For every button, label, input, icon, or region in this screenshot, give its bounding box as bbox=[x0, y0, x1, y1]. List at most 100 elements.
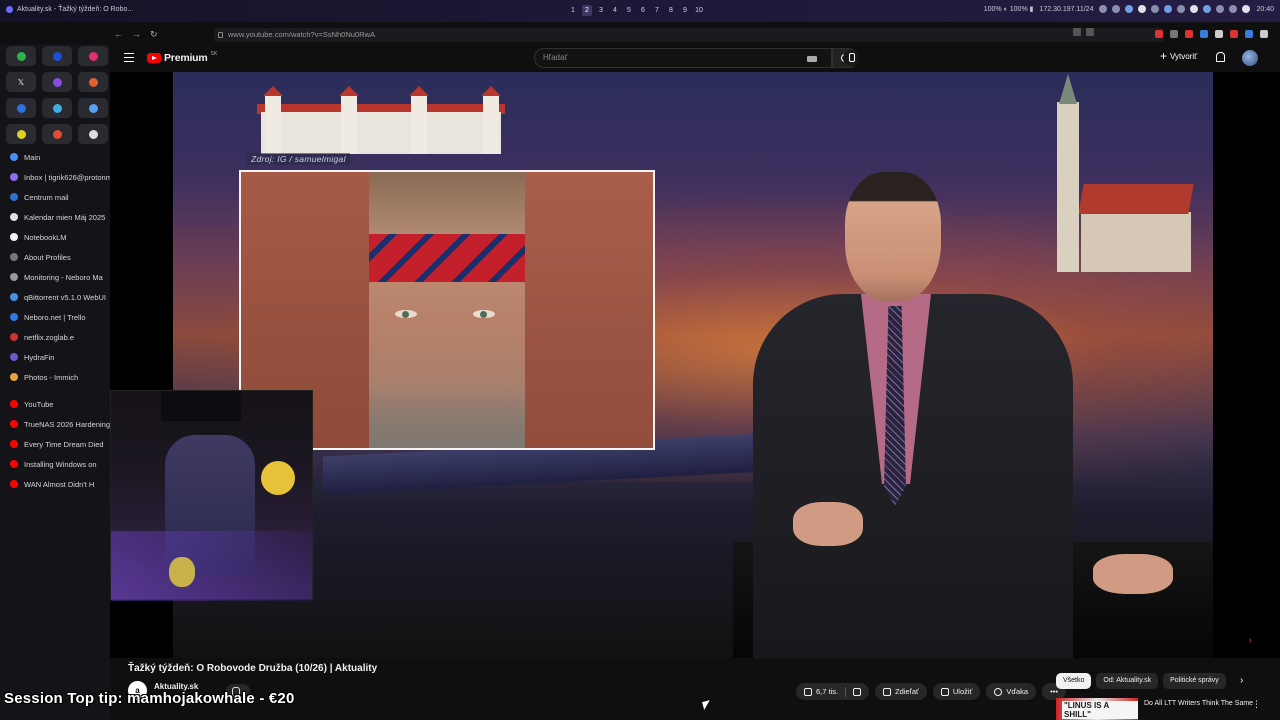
sidebar-tab[interactable]: TrueNAS 2026 Hardening bbox=[0, 414, 110, 434]
tray-icon[interactable] bbox=[1242, 5, 1251, 13]
sidebar-tab[interactable]: WAN Almost Didn't H bbox=[0, 474, 110, 494]
tray-icon[interactable] bbox=[1216, 5, 1225, 13]
workspace-button[interactable]: 10 bbox=[694, 5, 704, 16]
extension-icon[interactable] bbox=[1215, 30, 1223, 38]
sidebar-tab[interactable]: Inbox | tigrik626@protonmail bbox=[0, 167, 110, 187]
sidebar-tab[interactable]: Photos - Immich bbox=[0, 367, 110, 387]
plush-toy bbox=[261, 461, 295, 495]
menu-icon[interactable] bbox=[1260, 30, 1268, 38]
sidebar-tab[interactable]: NotebookLM bbox=[0, 227, 110, 247]
pinned-tab[interactable] bbox=[78, 46, 108, 66]
filter-chip[interactable]: Od: Aktuality.sk bbox=[1096, 673, 1159, 689]
pinned-tab[interactable] bbox=[42, 98, 72, 118]
extension-icon[interactable] bbox=[1245, 30, 1253, 38]
pinned-tab[interactable]: 𝕏 bbox=[6, 72, 36, 92]
save-button[interactable]: Uložiť bbox=[932, 683, 981, 700]
tray-icon[interactable] bbox=[1177, 5, 1186, 13]
url-bar[interactable]: www.youtube.com/watch?v=SsNh0Nu0RwA bbox=[214, 27, 1164, 42]
notifications-bell-icon[interactable] bbox=[1216, 52, 1225, 62]
sidebar-tab[interactable]: Centrum mail bbox=[0, 187, 110, 207]
sidebar-tab-label: Every Time Dream Died bbox=[24, 439, 104, 449]
tray-icon[interactable] bbox=[1151, 5, 1160, 13]
workspace-button[interactable]: 7 bbox=[652, 5, 662, 16]
search-input[interactable]: Hľadať bbox=[534, 48, 832, 68]
pinned-tab[interactable] bbox=[42, 46, 72, 66]
recommended-title[interactable]: Do All LTT Writers Think The Same bbox=[1144, 700, 1253, 707]
workspace-button[interactable]: 3 bbox=[596, 5, 606, 16]
extension-icon[interactable] bbox=[1185, 30, 1193, 38]
sidebar-tab[interactable]: Monitoring - Neboro Ma bbox=[0, 267, 110, 287]
pinned-tab[interactable] bbox=[42, 72, 72, 92]
sidebar-tab[interactable]: Main bbox=[0, 147, 110, 167]
more-vert-icon[interactable]: ⋮ bbox=[1252, 699, 1261, 710]
workspace-button[interactable]: 2 bbox=[582, 5, 592, 16]
sidebar-tab[interactable]: qBittorrent v5.1.0 WebUI bbox=[0, 287, 110, 307]
reader-icon[interactable] bbox=[1086, 28, 1094, 36]
sidebar-tab[interactable]: Every Time Dream Died bbox=[0, 434, 110, 454]
pinned-tab[interactable] bbox=[42, 124, 72, 144]
sidebar-tab[interactable]: YouTube bbox=[0, 394, 110, 414]
tray-icon[interactable] bbox=[1229, 5, 1238, 13]
chevron-right-icon[interactable]: › bbox=[1240, 675, 1243, 686]
workspace-button[interactable]: 4 bbox=[610, 5, 620, 16]
create-button[interactable]: + Vytvoriť bbox=[1160, 50, 1197, 62]
tray-icon[interactable] bbox=[1112, 5, 1121, 13]
extension-icon[interactable] bbox=[1200, 30, 1208, 38]
workspace-button[interactable]: 1 bbox=[568, 5, 578, 16]
extension-icon[interactable] bbox=[1170, 30, 1178, 38]
pinned-tab[interactable] bbox=[6, 98, 36, 118]
tray-icon[interactable] bbox=[1125, 5, 1134, 13]
pinned-tab[interactable] bbox=[78, 98, 108, 118]
forward-arrow-icon[interactable]: → bbox=[132, 29, 141, 40]
system-tray: 100% ◐ 100% ▮ 172.30.197.11/24 20:40 bbox=[984, 5, 1274, 13]
sidebar-tab[interactable]: HydraFin bbox=[0, 347, 110, 367]
reload-icon[interactable]: ↻ bbox=[150, 29, 158, 40]
recommended-thumbnail[interactable]: "LINUS IS A SHILL" bbox=[1056, 698, 1138, 720]
favicon-icon bbox=[10, 480, 18, 488]
keyboard-icon[interactable] bbox=[807, 56, 817, 62]
microphone-icon[interactable] bbox=[843, 50, 859, 66]
extension-icon[interactable] bbox=[1155, 30, 1163, 38]
thumbs-up-icon[interactable] bbox=[804, 687, 812, 696]
tray-icons[interactable] bbox=[1099, 5, 1251, 13]
sidebar-tab-label: Neboro.net | Trello bbox=[24, 312, 86, 322]
thanks-button[interactable]: Vďaka bbox=[986, 683, 1037, 700]
workspace-button[interactable]: 9 bbox=[680, 5, 690, 16]
sidebar-tab[interactable]: netflix.zoglab.e bbox=[0, 327, 110, 347]
next-arrow-icon[interactable]: › bbox=[1249, 635, 1252, 646]
thumbs-down-icon[interactable] bbox=[853, 687, 862, 696]
workspace-button[interactable]: 6 bbox=[638, 5, 648, 16]
sidebar-tab-label: Centrum mail bbox=[24, 192, 69, 202]
workspace-button[interactable]: 8 bbox=[666, 5, 676, 16]
account-avatar[interactable] bbox=[1242, 50, 1258, 66]
extension-icon[interactable] bbox=[1230, 30, 1238, 38]
filter-chip[interactable]: Všetko bbox=[1056, 673, 1092, 689]
sidebar-tab[interactable]: Neboro.net | Trello bbox=[0, 307, 110, 327]
recommended-video[interactable]: "LINUS IS A SHILL" Do All LTT Writers Th… bbox=[1056, 698, 1280, 720]
tray-icon[interactable] bbox=[1138, 5, 1147, 13]
tray-icon[interactable] bbox=[1164, 5, 1173, 13]
video-frame[interactable]: Zdroj: IG / samuelmigal bbox=[173, 72, 1213, 658]
workspace-button[interactable]: 5 bbox=[624, 5, 634, 16]
tray-icon[interactable] bbox=[1099, 5, 1108, 13]
tray-icon[interactable] bbox=[1190, 5, 1199, 13]
youtube-logo[interactable]: Premium SK bbox=[147, 51, 217, 64]
filter-chip[interactable]: Politické správy bbox=[1163, 673, 1226, 689]
tray-icon[interactable] bbox=[1203, 5, 1212, 13]
pinned-tab[interactable] bbox=[6, 124, 36, 144]
pinned-tab[interactable] bbox=[78, 124, 108, 144]
pinned-tab[interactable] bbox=[6, 46, 36, 66]
share-button[interactable]: Zdieľať bbox=[875, 683, 927, 700]
hamburger-menu-icon[interactable] bbox=[124, 53, 134, 62]
chat-icon bbox=[16, 103, 26, 113]
sidebar-tab[interactable]: Installing Windows on bbox=[0, 454, 110, 474]
pinned-tab[interactable] bbox=[78, 72, 108, 92]
back-arrow-icon[interactable]: ← bbox=[114, 29, 123, 40]
like-count[interactable]: 6,7 tis. bbox=[816, 687, 838, 696]
url-text[interactable]: www.youtube.com/watch?v=SsNh0Nu0RwA bbox=[228, 30, 375, 39]
sidebar-tab[interactable]: About Profiles bbox=[0, 247, 110, 267]
video-player[interactable]: Zdroj: IG / samuelmigal › bbox=[110, 72, 1280, 658]
cloud-icon bbox=[52, 103, 62, 113]
translate-icon[interactable] bbox=[1073, 28, 1081, 36]
sidebar-tab[interactable]: Kalendar mien Máj 2025 bbox=[0, 207, 110, 227]
